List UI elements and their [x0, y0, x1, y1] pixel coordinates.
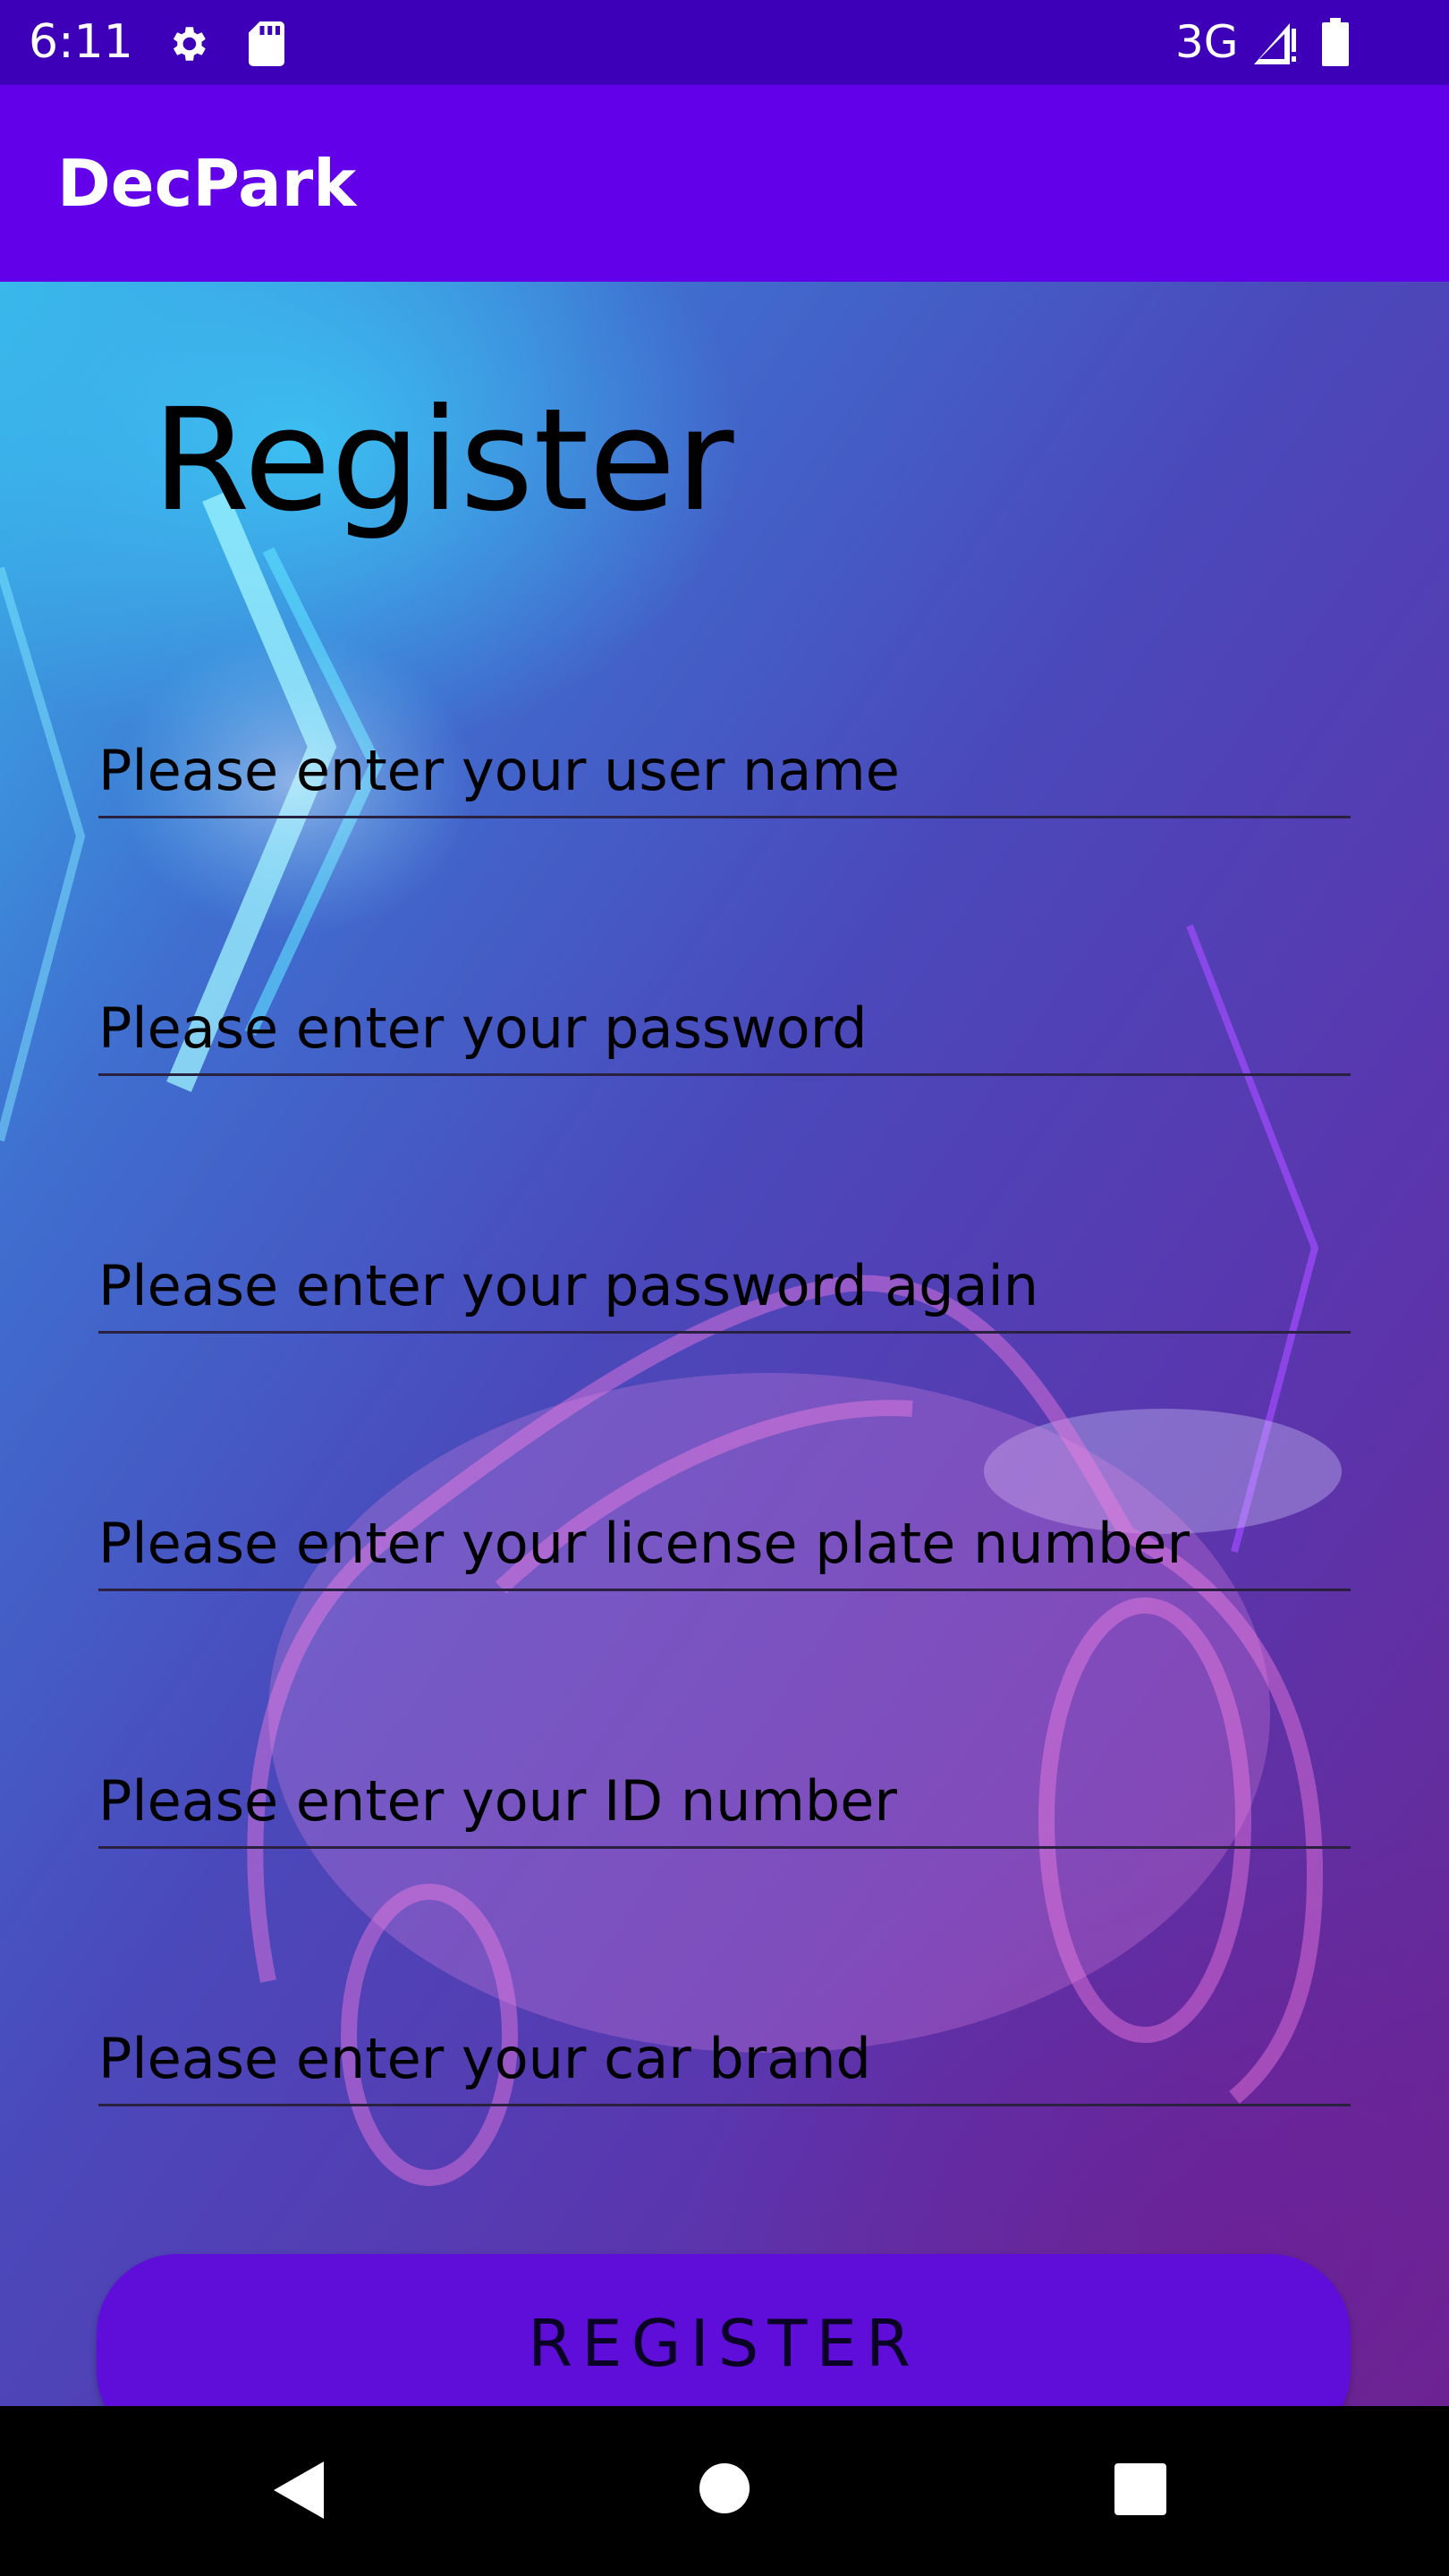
- car-brand-input[interactable]: [98, 2008, 1351, 2104]
- app-title: DecPark: [57, 146, 357, 221]
- status-bar: 6:11 3G: [0, 0, 1449, 85]
- register-button-label: REGISTER: [528, 2306, 919, 2381]
- navigation-bar: [0, 2406, 1449, 2576]
- password-again-input[interactable]: [98, 1235, 1351, 1331]
- status-time: 6:11: [29, 15, 133, 69]
- register-screen: Register REGISTER: [0, 282, 1449, 2406]
- password-input[interactable]: [98, 978, 1351, 1073]
- home-icon[interactable]: [698, 2462, 751, 2515]
- password-field[interactable]: [98, 978, 1351, 1076]
- license-plate-field[interactable]: [98, 1493, 1351, 1591]
- gear-icon: [173, 27, 206, 61]
- password-again-field[interactable]: [98, 1235, 1351, 1334]
- sd-card-icon: [249, 21, 284, 66]
- id-number-input[interactable]: [98, 1750, 1351, 1846]
- register-button[interactable]: REGISTER: [97, 2254, 1351, 2406]
- username-input[interactable]: [98, 720, 1351, 816]
- battery-icon: [1322, 18, 1349, 66]
- id-number-field[interactable]: [98, 1750, 1351, 1849]
- license-plate-input[interactable]: [98, 1493, 1351, 1589]
- back-icon[interactable]: [272, 2460, 326, 2521]
- recents-icon[interactable]: [1114, 2463, 1166, 2515]
- signal-icon: [1254, 23, 1296, 64]
- car-brand-field[interactable]: [98, 2008, 1351, 2106]
- username-field[interactable]: [98, 720, 1351, 818]
- page-title: Register: [152, 378, 734, 543]
- network-type: 3G: [1175, 16, 1239, 68]
- app-bar: DecPark: [0, 85, 1449, 282]
